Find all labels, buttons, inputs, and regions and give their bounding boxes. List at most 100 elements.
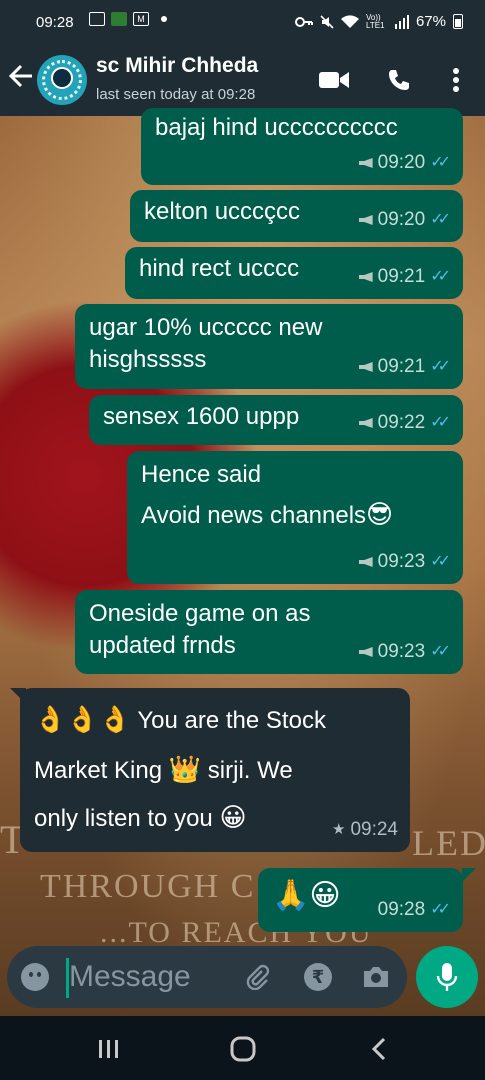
message-text-line2: updated frnds xyxy=(89,632,236,659)
message-bubble-out[interactable]: 🙏😀 09:28 ✓✓ xyxy=(258,868,463,932)
sunglasses-emoji-icon: 😎 xyxy=(366,500,394,530)
message-time: 09:22 xyxy=(377,412,426,433)
read-ticks-icon: ✓✓ xyxy=(430,901,451,918)
key-icon xyxy=(294,16,313,27)
message-text-line1: Oneside game on as xyxy=(89,600,311,627)
praying-grinning-emoji-icon: 🙏😀 xyxy=(272,878,341,913)
message-bubble-out[interactable]: ugar 10% uccccc new hisghsssss 09:21 ✓✓ xyxy=(75,304,463,389)
audio-icon xyxy=(358,215,373,225)
avatar-center xyxy=(51,67,73,89)
video-camera-icon xyxy=(319,72,349,88)
wifi-icon xyxy=(340,14,359,28)
read-ticks-icon: ✓✓ xyxy=(430,268,451,285)
network-label: Vo)) LTE1 xyxy=(365,12,385,30)
last-seen-status: last seen today at 09:28 xyxy=(96,86,256,103)
avatar[interactable] xyxy=(37,55,87,105)
message-text: kelton ucccçcc xyxy=(144,198,301,225)
audio-icon xyxy=(358,158,373,168)
read-ticks-icon: ✓✓ xyxy=(430,211,451,228)
voice-call-button[interactable] xyxy=(383,64,415,96)
read-ticks-icon: ✓✓ xyxy=(430,414,451,431)
read-ticks-icon: ✓✓ xyxy=(430,553,451,570)
message-time: 09:24 xyxy=(350,819,398,840)
message-text: hind rect ucccc xyxy=(139,255,300,282)
voice-record-button[interactable] xyxy=(416,946,478,1008)
more-options-button[interactable] xyxy=(440,64,472,96)
message-text-line2: Avoid news channels😎 xyxy=(141,499,393,532)
message-time: 09:21 xyxy=(377,266,426,287)
wallpaper-text-line1: THROUGH C xyxy=(40,868,256,905)
battery-percent: 67% xyxy=(415,13,446,30)
audio-icon xyxy=(358,272,373,282)
message-meta: 09:20 ✓✓ xyxy=(358,204,451,236)
read-ticks-icon: ✓✓ xyxy=(430,358,451,375)
message-text-line1: 👌👌👌 You are the Stock xyxy=(34,704,326,737)
contact-name[interactable]: sc Mihir Chheda xyxy=(96,54,258,78)
message-text-line1-text: You are the Stock xyxy=(137,707,326,734)
message-composer: ₹ xyxy=(7,946,407,1008)
message-text-line2-text: Avoid news channels xyxy=(141,502,367,529)
audio-icon xyxy=(358,557,373,567)
back-arrow-icon[interactable] xyxy=(8,63,34,95)
message-meta: 09:23 ✓✓ xyxy=(358,636,451,668)
system-icons: Vo)) LTE1 67% xyxy=(294,12,463,30)
status-bar: 09:28 M Vo)) LTE1 67% xyxy=(0,0,485,46)
signal-icon xyxy=(394,14,409,29)
kebab-menu-icon xyxy=(453,68,459,92)
starred-icon: ★ xyxy=(332,821,346,838)
status-time: 09:28 xyxy=(36,14,74,31)
home-button[interactable] xyxy=(228,1034,258,1064)
audio-icon xyxy=(358,647,373,657)
read-ticks-icon: ✓✓ xyxy=(430,154,451,171)
more-notifications-dot xyxy=(161,16,167,22)
message-bubble-out[interactable]: hind rect ucccc 09:21 ✓✓ xyxy=(125,247,463,299)
message-text-line2: Market King 👑 sirji. We xyxy=(34,754,293,787)
emoji-icon[interactable] xyxy=(21,963,49,991)
message-meta: 09:28 ✓✓ xyxy=(378,894,451,926)
message-meta: 09:21 ✓✓ xyxy=(358,261,451,293)
system-nav-bar xyxy=(0,1016,485,1080)
message-time: 09:20 xyxy=(377,152,426,173)
audio-icon xyxy=(358,362,373,372)
chat-header: sc Mihir Chheda last seen today at 09:28 xyxy=(0,46,485,116)
message-bubble-out[interactable]: Oneside game on as updated frnds 09:23 ✓✓ xyxy=(75,590,463,674)
message-bubble-out[interactable]: Hence said Avoid news channels😎 09:23 ✓✓ xyxy=(127,451,463,584)
battery-icon xyxy=(453,14,463,29)
video-call-button[interactable] xyxy=(318,64,350,96)
attach-icon[interactable] xyxy=(243,962,273,992)
audio-icon xyxy=(358,418,373,428)
rupee-icon: ₹ xyxy=(304,963,332,991)
recent-apps-button[interactable] xyxy=(94,1034,124,1064)
message-meta: 09:20 ✓✓ xyxy=(358,147,451,179)
read-ticks-icon: ✓✓ xyxy=(430,643,451,660)
message-bubble-out[interactable]: sensex 1600 uppp 09:22 ✓✓ xyxy=(89,395,463,445)
message-text: bajaj hind ucccccccccc xyxy=(155,114,398,141)
message-text-line2: hisghsssss xyxy=(89,346,207,373)
back-chevron-icon xyxy=(371,1037,386,1061)
screen-icon xyxy=(89,12,105,26)
message-meta: 09:22 ✓✓ xyxy=(358,407,451,439)
message-text-line1: Hence said xyxy=(141,461,262,488)
camera-icon[interactable] xyxy=(361,962,391,992)
message-text: sensex 1600 uppp xyxy=(103,403,300,430)
message-input[interactable] xyxy=(69,954,239,1000)
back-button[interactable] xyxy=(364,1034,394,1064)
message-bubble-out[interactable]: bajaj hind ucccccccccc 09:20 ✓✓ xyxy=(141,108,463,185)
message-time: 09:28 xyxy=(377,899,426,920)
message-text-line3-text: only listen to you xyxy=(34,805,213,832)
message-text-line2a: Market King xyxy=(34,757,163,784)
message-meta: ★ 09:24 xyxy=(332,814,398,846)
grinning-emoji-icon: 😀 xyxy=(219,803,247,833)
message-time: 09:20 xyxy=(377,209,426,230)
payment-button[interactable]: ₹ xyxy=(303,962,333,992)
gmail-icon: M xyxy=(133,12,149,26)
home-icon xyxy=(230,1036,256,1062)
message-time: 09:21 xyxy=(377,356,426,377)
message-text-line2b: sirji. We xyxy=(207,757,293,784)
app-notification-icon xyxy=(111,12,127,26)
microphone-icon xyxy=(436,963,458,991)
message-bubble-out[interactable]: kelton ucccçcc 09:20 ✓✓ xyxy=(130,190,463,242)
message-bubble-in[interactable]: 👌👌👌 You are the Stock Market King 👑 sirj… xyxy=(20,688,410,852)
recent-apps-icon xyxy=(99,1040,118,1058)
mute-icon xyxy=(320,14,334,29)
